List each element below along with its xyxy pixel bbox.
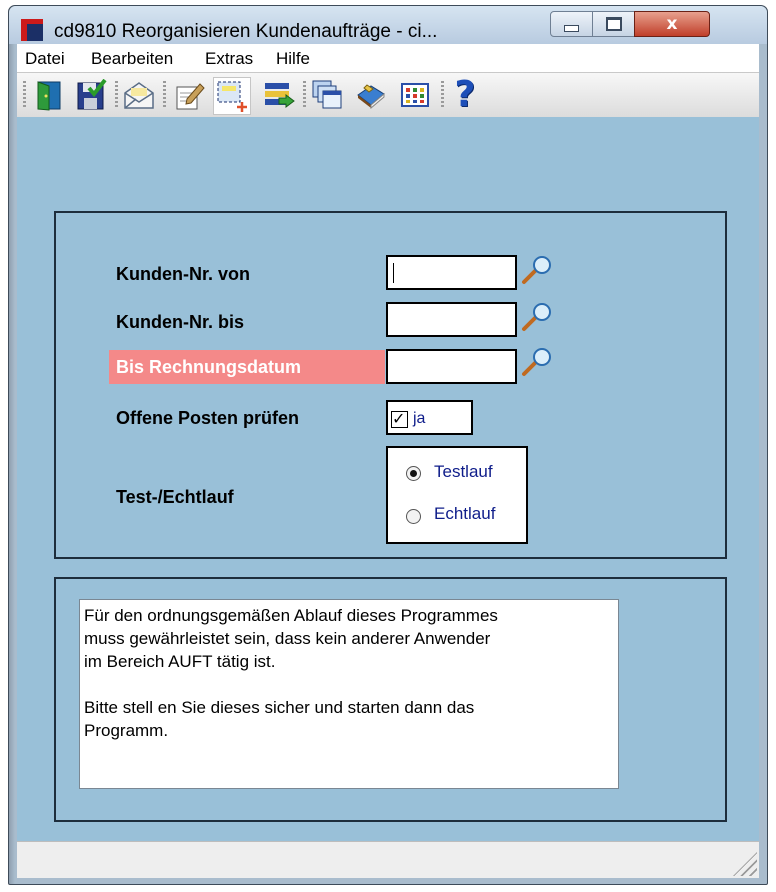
- lauf-label: Test-/Echtlauf: [116, 487, 234, 507]
- toolbar-separator: [115, 81, 118, 109]
- offene-posten-checkbox[interactable]: ✓: [391, 409, 408, 428]
- kunden-bis-input[interactable]: [386, 302, 517, 337]
- menu-bar: Datei Bearbeiten Extras Hilfe: [17, 44, 759, 72]
- toolbar-separator: [441, 81, 444, 109]
- info-line: Bitte stell en Sie dieses sicher und sta…: [84, 698, 475, 717]
- client-area: Kunden-Nr. von Kunden-Nr. bis Bis Rechnu…: [17, 117, 759, 841]
- close-button[interactable]: x: [634, 11, 710, 37]
- minimize-button[interactable]: [550, 11, 593, 37]
- info-line: Für den ordnungsgemäßen Ablauf dieses Pr…: [84, 606, 498, 625]
- title-bar[interactable]: cd9810 Reorganisieren Kundenaufträge - c…: [9, 6, 767, 44]
- status-bar: [17, 841, 759, 878]
- info-line: Programm.: [84, 721, 169, 740]
- radio-echtlauf-label[interactable]: Echtlauf: [434, 504, 495, 524]
- search-icon[interactable]: [520, 300, 554, 334]
- maximize-icon: [605, 17, 622, 31]
- edit-document-icon[interactable]: [173, 79, 205, 111]
- info-line: muss gewährleistet sein, dass kein ander…: [84, 629, 491, 648]
- menu-extras[interactable]: Extras: [205, 49, 253, 69]
- new-selection-icon[interactable]: [213, 77, 251, 115]
- rechnungsdatum-input[interactable]: [386, 349, 517, 384]
- calendar-search-icon[interactable]: [520, 345, 554, 379]
- application-window: cd9810 Reorganisieren Kundenaufträge - c…: [8, 5, 768, 885]
- mail-icon[interactable]: [123, 79, 155, 111]
- maximize-button[interactable]: [592, 11, 635, 37]
- kunden-bis-label: Kunden-Nr. bis: [116, 312, 245, 332]
- window-title: cd9810 Reorganisieren Kundenaufträge - c…: [54, 21, 438, 42]
- radio-echtlauf[interactable]: [406, 509, 421, 524]
- info-line: im Bereich AUFT tätig ist.: [84, 652, 276, 671]
- menu-bearbeiten[interactable]: Bearbeiten: [91, 49, 173, 69]
- resize-grip-icon[interactable]: [733, 852, 757, 876]
- search-icon[interactable]: [520, 253, 554, 287]
- import-list-icon[interactable]: [263, 79, 295, 111]
- kunden-von-label: Kunden-Nr. von: [116, 264, 250, 284]
- save-icon[interactable]: [75, 78, 107, 111]
- radio-testlauf[interactable]: [406, 466, 421, 481]
- book-icon[interactable]: [355, 79, 387, 111]
- exit-door-icon[interactable]: [33, 79, 65, 111]
- help-icon[interactable]: ?: [449, 77, 481, 113]
- close-icon: x: [666, 14, 678, 34]
- parameter-panel: Kunden-Nr. von Kunden-Nr. bis Bis Rechnu…: [54, 211, 727, 559]
- checkbox-label[interactable]: ja: [413, 410, 425, 428]
- windows-icon[interactable]: [311, 79, 343, 111]
- menu-datei[interactable]: Datei: [25, 49, 65, 69]
- toolbar-separator: [163, 81, 166, 109]
- kunden-von-input[interactable]: [386, 255, 517, 290]
- toolbar-separator: [303, 81, 306, 109]
- text-caret: [393, 263, 394, 283]
- menu-hilfe[interactable]: Hilfe: [276, 49, 310, 69]
- toolbar-separator: [23, 81, 26, 109]
- offene-posten-label: Offene Posten prüfen: [116, 408, 300, 428]
- toolbar: ?: [17, 72, 759, 118]
- info-panel: Für den ordnungsgemäßen Ablauf dieses Pr…: [54, 577, 727, 822]
- rechnungsdatum-label: Bis Rechnungsdatum: [109, 350, 385, 384]
- grid-view-icon[interactable]: [399, 79, 431, 111]
- minimize-icon: [564, 24, 579, 32]
- radio-testlauf-label[interactable]: Testlauf: [434, 462, 493, 482]
- lauf-radio-group: Testlauf Echtlauf: [386, 446, 528, 544]
- app-icon[interactable]: [21, 19, 43, 41]
- offene-posten-checkbox-group: ✓ ja: [386, 400, 473, 435]
- info-text-box: Für den ordnungsgemäßen Ablauf dieses Pr…: [79, 599, 619, 789]
